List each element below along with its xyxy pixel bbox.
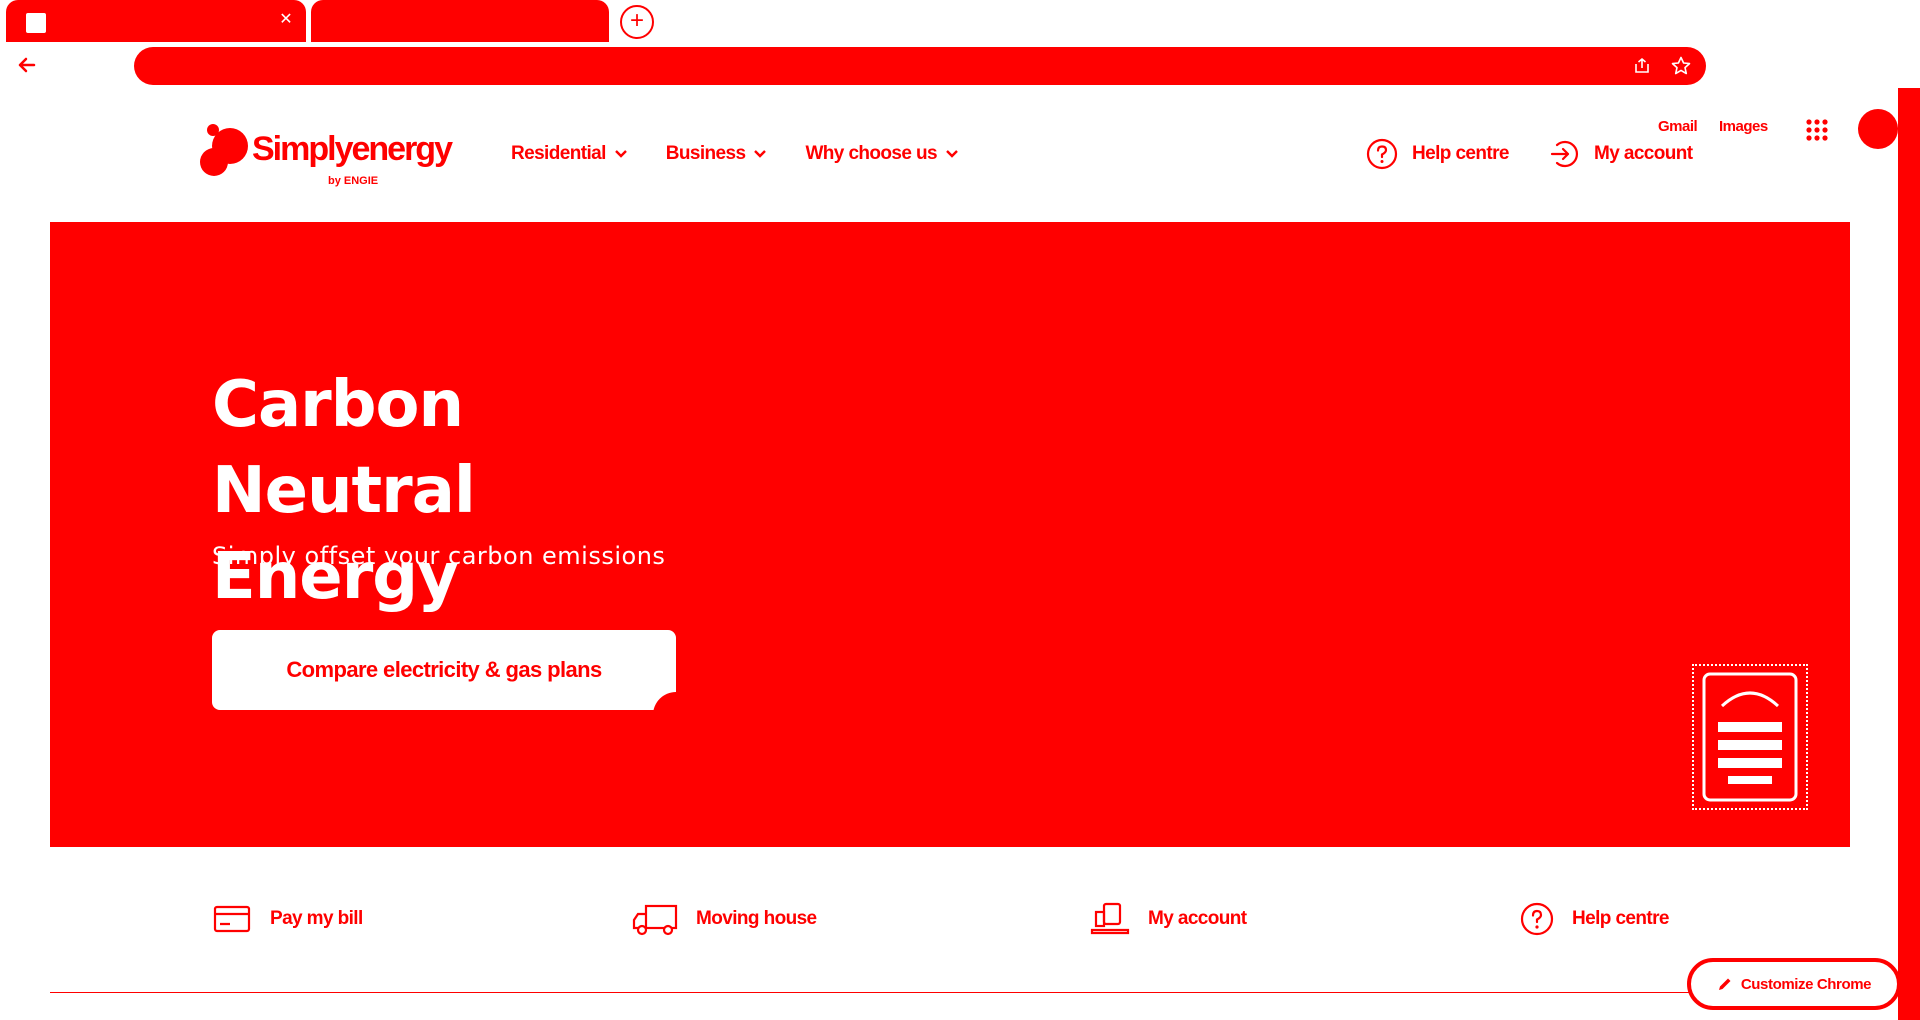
chevron-down-icon: [614, 150, 627, 158]
simply-energy-logo[interactable]: Simplyenergy by ENGIE: [200, 120, 453, 192]
hero-banner: Carbon Neutral Energy Simply offset your…: [50, 222, 1850, 847]
hero-title: Carbon Neutral Energy: [212, 362, 732, 620]
question-icon: [1520, 902, 1554, 936]
chevron-down-icon: [946, 150, 958, 158]
quick-link-label: Pay my bill: [270, 908, 363, 929]
logo-wordmark: Simplyenergy: [252, 130, 453, 168]
carbon-neutral-badge: [1692, 664, 1808, 810]
pay-my-bill-link[interactable]: Pay my bill: [212, 902, 363, 936]
share-icon[interactable]: [1632, 56, 1652, 76]
browser-tab[interactable]: ✕: [6, 0, 306, 42]
profile-avatar[interactable]: [1858, 109, 1898, 149]
new-tab-button[interactable]: +: [620, 5, 654, 39]
close-icon[interactable]: ✕: [276, 10, 296, 30]
customize-chrome-button[interactable]: Customize Chrome: [1687, 958, 1901, 1010]
bill-icon: [213, 905, 251, 933]
hero-subtitle: Simply offset your carbon emissions: [212, 542, 666, 570]
sign-in-icon: [1550, 140, 1579, 168]
back-arrow-icon[interactable]: [12, 50, 42, 80]
browser-toolbar: [0, 44, 1920, 86]
pencil-icon: [1718, 978, 1731, 990]
my-account-link[interactable]: My account: [1548, 138, 1693, 170]
main-nav: Residential Business Why choose us: [511, 143, 959, 165]
help-centre-link[interactable]: Help centre: [1366, 138, 1509, 170]
gmail-link[interactable]: Gmail: [1658, 118, 1698, 135]
help-centre-quick-link[interactable]: Help centre: [1520, 902, 1669, 936]
address-bar[interactable]: [134, 47, 1706, 85]
apps-grid-icon[interactable]: [1805, 118, 1829, 142]
tab-title: [331, 13, 551, 29]
certification-badge-icon: [1702, 672, 1798, 802]
question-icon: [1366, 138, 1398, 170]
nav-residential[interactable]: Residential: [511, 143, 628, 165]
browser-tab[interactable]: [311, 0, 609, 42]
favicon-icon: [26, 13, 46, 33]
my-account-quick-link[interactable]: My account: [1090, 902, 1247, 936]
decorative-circle: [653, 692, 699, 738]
nav-business[interactable]: Business: [666, 143, 768, 165]
tab-title: [58, 13, 278, 29]
nav-why-choose-us[interactable]: Why choose us: [805, 143, 959, 165]
compare-plans-button[interactable]: Compare electricity & gas plans: [212, 630, 676, 710]
logo-byline: by ENGIE: [328, 175, 379, 187]
nav-label: Residential: [511, 143, 606, 164]
quick-link-label: Help centre: [1572, 908, 1669, 929]
moving-house-link[interactable]: Moving house: [632, 902, 817, 936]
quick-link-label: My account: [1148, 908, 1247, 929]
tab-strip: ✕ +: [0, 0, 1920, 44]
hero-title-line1: Carbon Neutral: [212, 368, 476, 528]
logo-bubbles-icon: [200, 124, 248, 176]
truck-icon: [632, 904, 678, 936]
laptop-icon: [1090, 902, 1130, 935]
customize-chrome-label: Customize Chrome: [1740, 975, 1872, 993]
my-account-label: My account: [1594, 143, 1693, 164]
bookmark-star-icon[interactable]: [1670, 55, 1692, 77]
help-centre-label: Help centre: [1412, 143, 1509, 164]
images-link[interactable]: Images: [1719, 118, 1768, 135]
chevron-down-icon: [754, 150, 767, 158]
nav-label: Business: [665, 143, 746, 164]
section-divider: [50, 992, 1850, 993]
nav-label: Why choose us: [805, 143, 938, 164]
side-panel-edge: [1898, 88, 1920, 1020]
quick-link-label: Moving house: [696, 908, 817, 929]
